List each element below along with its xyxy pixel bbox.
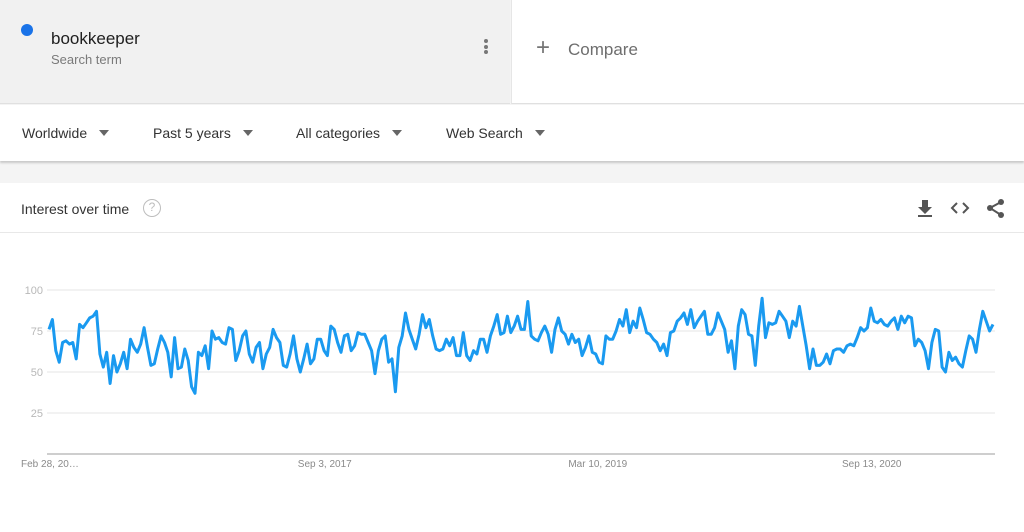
x-tick-label: Sep 3, 2017	[298, 459, 352, 470]
series-line-bookkeeper	[47, 296, 995, 395]
y-tick-label: 50	[31, 367, 43, 379]
x-tick-label: Feb 28, 20…	[21, 459, 79, 470]
interest-line-chart: 25 50 75 100 Feb 28, 20… Sep 3, 2017 Mar 10, 2…	[21, 285, 995, 470]
y-tick-label: 100	[25, 285, 43, 297]
x-tick-label: Sep 13, 2020	[842, 459, 902, 470]
y-tick-label: 75	[31, 326, 43, 338]
y-tick-label: 25	[31, 408, 43, 420]
x-tick-label: Mar 10, 2019	[568, 459, 627, 470]
